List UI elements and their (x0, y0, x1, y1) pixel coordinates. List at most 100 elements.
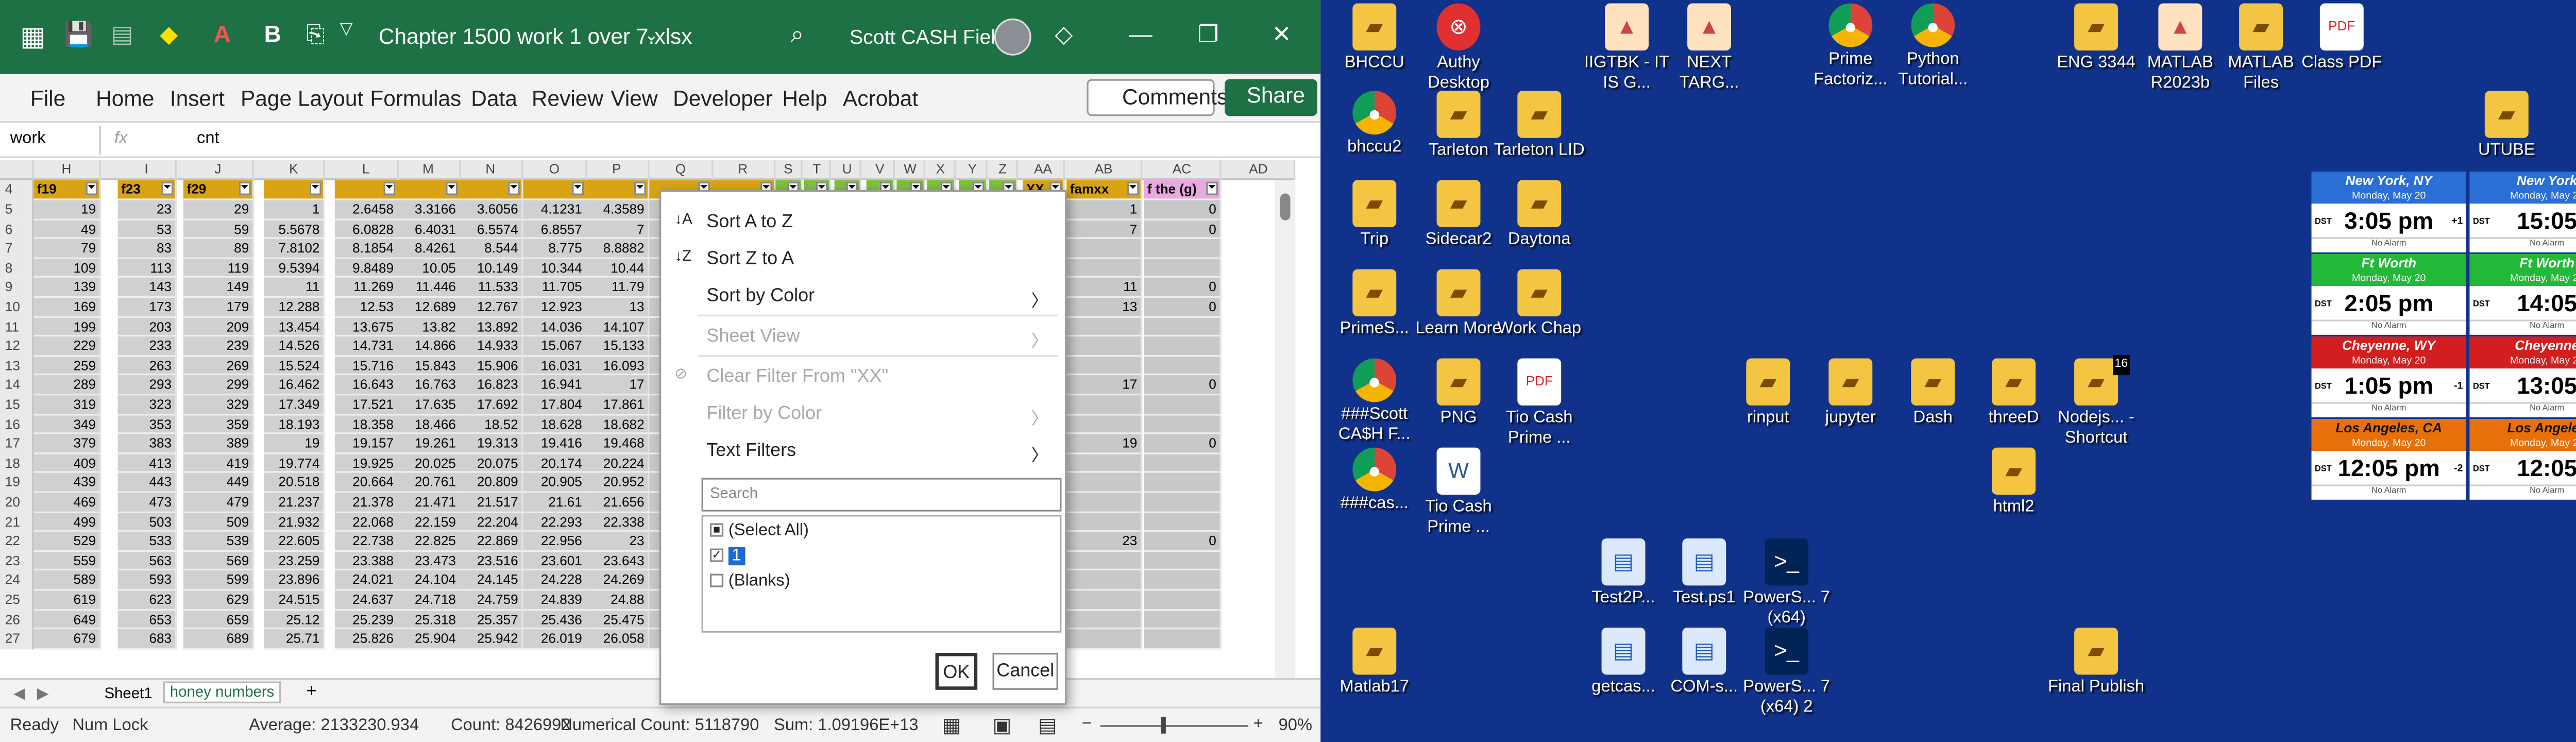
table-cell[interactable]: 0 (1144, 278, 1222, 298)
table-cell[interactable]: 14.526 (264, 336, 325, 357)
table-cell[interactable]: 19.468 (585, 434, 650, 454)
table-cell[interactable]: 25.239 (334, 610, 399, 630)
column-header[interactable]: T (804, 160, 832, 180)
tab-home[interactable]: Home (96, 86, 154, 111)
table-cell[interactable]: 11.705 (523, 278, 587, 298)
table-cell[interactable]: 25.12 (264, 610, 325, 630)
table-cell[interactable]: 15.716 (334, 356, 399, 376)
checkbox-checked-icon[interactable]: ✓ (709, 549, 724, 563)
table-cell[interactable]: 293 (117, 376, 177, 396)
table-cell[interactable]: 7 (585, 220, 650, 240)
column-header[interactable]: Z (989, 160, 1018, 180)
filter-dropdown-icon[interactable]: ⏷ (508, 181, 520, 195)
table-cell[interactable]: 259 (33, 356, 101, 376)
table-cell[interactable] (1066, 356, 1143, 376)
table-cell[interactable]: 13 (585, 297, 650, 317)
table-cell[interactable] (1066, 610, 1143, 630)
table-cell[interactable]: 599 (183, 571, 255, 591)
table-cell[interactable]: 20.224 (585, 453, 650, 474)
column-header[interactable]: K (264, 160, 325, 180)
table-cell[interactable] (1066, 336, 1143, 357)
desktop-icon[interactable]: ▰ Nodejs... - Shortcut 16 (2046, 355, 2147, 449)
table-cell[interactable]: 319 (33, 395, 101, 415)
sort-az-item[interactable]: Sort A to Z (706, 212, 793, 232)
filter-dropdown-icon[interactable]: ⏷ (572, 181, 584, 195)
zoom-level[interactable]: 90% (1279, 717, 1312, 735)
page-layout-icon[interactable]: ▣ (993, 713, 1012, 737)
table-cell[interactable] (1144, 453, 1222, 474)
spreadsheet-grid[interactable]: H I J K L M N O P Q R S T U V W X Y Z AA AB AC AD 4 f19 ⏷ f23 ⏷ f29… (0, 160, 1296, 678)
table-cell[interactable]: 689 (183, 629, 255, 649)
table-cell[interactable]: 353 (117, 415, 177, 435)
desktop-icon[interactable]: W Tio Cash Prime ... (1408, 447, 1509, 538)
filter-item-blanks[interactable]: (Blanks) (709, 572, 790, 591)
table-cell[interactable]: 593 (117, 571, 177, 591)
table-cell[interactable]: 0 (1144, 297, 1222, 317)
filter-dropdown-icon[interactable]: ⏷ (1206, 181, 1218, 195)
paste-icon[interactable]: ⎘ (306, 20, 325, 49)
table-cell[interactable]: 29 (183, 200, 255, 220)
table-cell[interactable]: 18.628 (523, 415, 587, 435)
table-cell[interactable]: 11.269 (334, 278, 399, 298)
table-cell[interactable]: 14.107 (585, 317, 650, 337)
table-cell[interactable]: 4.1231 (523, 200, 587, 220)
page-break-icon[interactable]: ▤ (1038, 713, 1057, 737)
table-cell[interactable]: 21.378 (334, 493, 399, 513)
table-cell[interactable]: 10.149 (459, 259, 523, 279)
header-cell[interactable]: ⏷ (334, 180, 399, 200)
column-header[interactable]: R (711, 160, 776, 180)
table-cell[interactable]: 8.544 (459, 239, 523, 259)
table-cell[interactable]: 24.269 (585, 571, 650, 591)
table-cell[interactable]: 233 (117, 336, 177, 357)
table-cell[interactable]: 589 (33, 571, 101, 591)
column-header[interactable]: S (775, 160, 803, 180)
table-cell[interactable]: 569 (183, 551, 255, 571)
table-cell[interactable]: 263 (117, 356, 177, 376)
table-cell[interactable]: 0 (1144, 376, 1222, 396)
table-cell[interactable] (1144, 512, 1222, 532)
row-number[interactable]: 5 (0, 200, 34, 220)
table-cell[interactable]: 20.809 (459, 473, 523, 493)
filter-dropdown-icon[interactable]: ⏷ (86, 181, 98, 195)
table-cell[interactable]: 559 (33, 551, 101, 571)
table-cell[interactable] (1144, 336, 1222, 357)
table-cell[interactable]: 16.462 (264, 376, 325, 396)
table-cell[interactable]: 14.866 (397, 336, 461, 357)
status-numcount[interactable]: Numerical Count: 5118790 (560, 717, 759, 735)
desktop-icon[interactable]: ▲ NEXT TARG... (1659, 3, 1760, 94)
row-number[interactable]: 20 (0, 493, 34, 513)
table-cell[interactable]: 19 (264, 434, 325, 454)
tab-file[interactable]: File (30, 86, 65, 111)
table-cell[interactable]: 649 (33, 610, 101, 630)
name-box[interactable]: work (0, 126, 101, 155)
table-cell[interactable]: 24.515 (264, 591, 325, 610)
filter-item-select-all[interactable]: ■ (Select All) (709, 521, 809, 540)
clock-card[interactable]: New YorkMonday, May 20DST15:05+1No Alarm (2469, 172, 2576, 252)
table-cell[interactable]: 12.53 (334, 297, 399, 317)
table-cell[interactable]: 12.767 (459, 297, 523, 317)
row-number[interactable]: 14 (0, 376, 34, 396)
table-cell[interactable]: 21.517 (459, 493, 523, 513)
table-cell[interactable]: 209 (183, 317, 255, 337)
row-number[interactable]: 22 (0, 532, 34, 552)
table-cell[interactable]: 439 (33, 473, 101, 493)
table-cell[interactable]: 239 (183, 336, 255, 357)
table-cell[interactable]: 14.933 (459, 336, 523, 357)
diamond-icon[interactable]: ◇ (1055, 20, 1073, 49)
table-cell[interactable]: 22.738 (334, 532, 399, 552)
clock-card[interactable]: New York, NY Monday, May 20 DST 3:05 pm +1 No… (2311, 172, 2466, 252)
table-cell[interactable]: 6.0828 (334, 220, 399, 240)
filter-item-1[interactable]: ✓ 1 (709, 547, 745, 566)
table-cell[interactable] (1144, 629, 1222, 649)
clear-filter-item[interactable]: Clear Filter From "XX" (706, 367, 888, 387)
column-header[interactable]: N (459, 160, 523, 180)
table-cell[interactable]: 139 (33, 278, 101, 298)
table-cell[interactable]: 0 (1144, 220, 1222, 240)
header-cell[interactable]: f19 ⏷ (33, 180, 101, 200)
checkbox-icon[interactable]: ■ (709, 524, 724, 537)
sheet-nav-left-icon[interactable]: ◀ (13, 685, 25, 703)
header-cell[interactable]: ⏷ (397, 180, 461, 200)
row-number[interactable]: 6 (0, 220, 34, 240)
table-cell[interactable]: 653 (117, 610, 177, 630)
table-cell[interactable]: 16.093 (585, 356, 650, 376)
